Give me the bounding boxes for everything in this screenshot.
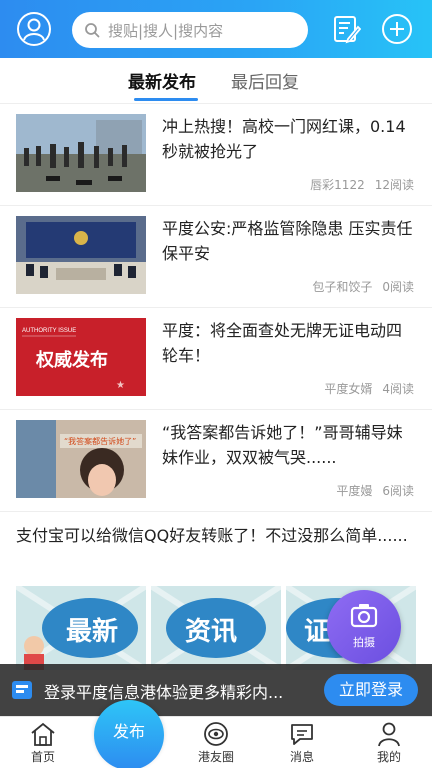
camera-icon: [350, 604, 378, 628]
news-thumbnail: [16, 216, 146, 294]
nav-friends-label: 港友圈: [197, 750, 234, 764]
photo-fab-label: 拍摄: [353, 636, 375, 649]
news-item[interactable]: 平度公安:严格监管除隐患 压实责任保平安 包子和饺子 0阅读: [0, 206, 432, 308]
nav-home-label: 首页: [30, 750, 55, 764]
thumb-small-text: AUTHORITY ISSUE: [22, 328, 76, 334]
news-item[interactable]: 冲上热搜！高校一门网红课，0.14秒就被抢光了 唇彩1122 12阅读: [0, 104, 432, 206]
thumb-big-text: 权威发布: [35, 349, 108, 371]
login-now-button[interactable]: 立即登录: [324, 674, 418, 706]
search-icon: [85, 23, 100, 38]
add-icon[interactable]: [381, 13, 413, 45]
edit-post-icon[interactable]: [331, 14, 361, 44]
tab-latest[interactable]: 最新发布: [128, 68, 196, 93]
news-item[interactable]: “我答案都告诉她了” “我答案都告诉她了！”哥哥辅导妹妹作业，双双被气哭....…: [0, 410, 432, 512]
bottom-navigation: 首页 港友圈 消息 我的: [0, 716, 432, 768]
news-title[interactable]: 平度：将全面查处无牌无证电动四轮车！: [162, 318, 416, 368]
news-title[interactable]: “我答案都告诉她了！”哥哥辅导妹妹作业，双双被气哭......: [162, 420, 416, 470]
news-meta: 唇彩1122 12阅读: [310, 176, 414, 193]
home-icon: [31, 722, 55, 746]
news-author: 唇彩1122: [310, 178, 365, 192]
login-prompt-bar: 登录平度信息港体验更多精彩内... 立即登录: [0, 664, 432, 716]
article-image: 最新: [16, 586, 146, 670]
news-author: 平度嫚: [336, 484, 373, 498]
active-tab-indicator: [134, 98, 198, 101]
feed-tabs: 最新发布 最后回复: [0, 58, 432, 104]
login-prompt-text: 登录平度信息港体验更多精彩内...: [44, 683, 284, 702]
article-image: 资讯: [151, 586, 281, 670]
nav-profile[interactable]: 我的: [354, 717, 424, 768]
news-reads: 12阅读: [374, 178, 414, 192]
news-reads: 0阅读: [382, 280, 414, 294]
news-meta: 平度女婿 4阅读: [324, 380, 414, 397]
thumb-caption: “我答案都告诉她了”: [64, 436, 136, 446]
photo-fab-button[interactable]: 拍摄: [327, 590, 401, 664]
news-reads: 4阅读: [382, 382, 414, 396]
news-author: 包子和饺子: [312, 280, 373, 294]
user-avatar-icon[interactable]: [16, 11, 52, 47]
app-logo-icon: [12, 681, 32, 699]
news-author: 平度女婿: [324, 382, 373, 396]
eye-circle-icon: [204, 722, 228, 746]
profile-icon: [378, 722, 400, 747]
news-thumbnail: AUTHORITY ISSUE 权威发布 ★: [16, 318, 146, 396]
tab-last-reply[interactable]: 最后回复: [231, 68, 299, 93]
search-placeholder: 搜贴|搜人|搜内容: [108, 21, 224, 40]
search-bar[interactable]: 搜贴|搜人|搜内容: [72, 12, 308, 48]
tile-text: 资讯: [185, 617, 237, 647]
news-title[interactable]: 平度公安:严格监管除隐患 压实责任保平安: [162, 216, 416, 266]
tile-text: 最新: [66, 616, 118, 647]
news-title[interactable]: 冲上热搜！高校一门网红课，0.14秒就被抢光了: [162, 114, 416, 164]
top-header: 搜贴|搜人|搜内容: [0, 0, 432, 58]
news-thumbnail: [16, 114, 146, 192]
nav-messages-label: 消息: [289, 750, 314, 764]
news-thumbnail: “我答案都告诉她了”: [16, 420, 146, 498]
news-reads: 6阅读: [382, 484, 414, 498]
news-meta: 包子和饺子 0阅读: [312, 278, 414, 295]
svg-text:★: ★: [116, 380, 125, 391]
nav-profile-label: 我的: [376, 750, 401, 764]
publish-button[interactable]: 发布: [94, 700, 164, 768]
nav-home[interactable]: 首页: [8, 717, 78, 768]
message-icon: [291, 724, 313, 745]
nav-messages[interactable]: 消息: [267, 717, 337, 768]
news-meta: 平度嫚 6阅读: [336, 482, 414, 499]
article-title[interactable]: 支付宝可以给微信QQ好友转账了！不过没那么简单......: [16, 522, 416, 550]
nav-friends-circle[interactable]: 港友圈: [181, 717, 251, 768]
news-item[interactable]: AUTHORITY ISSUE 权威发布 ★ 平度：将全面查处无牌无证电动四轮车…: [0, 308, 432, 410]
